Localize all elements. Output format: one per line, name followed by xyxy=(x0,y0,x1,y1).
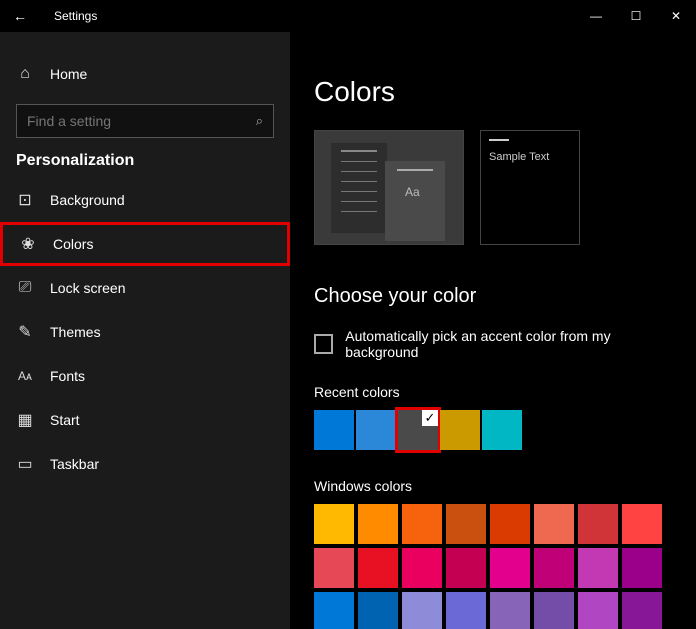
search-wrap: ⌕ xyxy=(0,104,290,138)
lockscreen-icon: ⎚ xyxy=(16,279,34,297)
preview-sample[interactable]: Sample Text xyxy=(480,130,580,245)
taskbar-icon: ▭ xyxy=(16,455,34,473)
preview-mini-pane: Aa xyxy=(385,161,445,241)
windows-color-swatch[interactable] xyxy=(578,592,618,629)
windows-color-swatch[interactable] xyxy=(358,592,398,629)
windows-color-swatch[interactable] xyxy=(578,504,618,544)
sidebar-item-taskbar[interactable]: ▭ Taskbar xyxy=(0,442,290,486)
recent-color-swatch[interactable] xyxy=(356,410,396,450)
sidebar-item-label: Themes xyxy=(50,324,101,340)
themes-icon: ✎ xyxy=(16,323,34,341)
windows-color-swatch[interactable] xyxy=(622,504,662,544)
maximize-button[interactable]: ☐ xyxy=(616,0,656,32)
home-label: Home xyxy=(50,66,87,82)
back-icon: ← xyxy=(13,8,27,24)
sample-line xyxy=(489,139,509,141)
start-icon: ▦ xyxy=(16,411,34,429)
windows-color-swatch[interactable] xyxy=(358,548,398,588)
windows-color-swatch[interactable] xyxy=(622,548,662,588)
auto-accent-row: Automatically pick an accent color from … xyxy=(314,328,672,360)
home-nav[interactable]: ⌂ Home xyxy=(0,52,290,96)
windows-color-swatch[interactable] xyxy=(534,548,574,588)
theme-previews: Aa Sample Text xyxy=(314,130,672,245)
sidebar-item-start[interactable]: ▦ Start xyxy=(0,398,290,442)
search-icon: ⌕ xyxy=(256,113,263,129)
recent-color-swatch[interactable] xyxy=(440,410,480,450)
page-title: Colors xyxy=(314,76,672,108)
background-icon: ⊡ xyxy=(16,191,34,209)
windows-color-swatch[interactable] xyxy=(534,592,574,629)
windows-color-swatch[interactable] xyxy=(402,548,442,588)
sidebar-item-themes[interactable]: ✎ Themes xyxy=(0,310,290,354)
preview-mini-window xyxy=(331,143,387,233)
sidebar-item-lockscreen[interactable]: ⎚ Lock screen xyxy=(0,266,290,310)
recent-colors-label: Recent colors xyxy=(314,384,672,400)
windows-color-swatch[interactable] xyxy=(490,504,530,544)
category-title: Personalization xyxy=(0,152,290,178)
windows-color-swatch[interactable] xyxy=(578,548,618,588)
sidebar-item-label: Fonts xyxy=(50,368,85,384)
colors-icon: ❀ xyxy=(19,235,37,253)
auto-accent-label: Automatically pick an accent color from … xyxy=(345,328,672,360)
sample-text: Sample Text xyxy=(489,151,549,163)
windows-color-swatch[interactable] xyxy=(402,592,442,629)
check-icon: ✓ xyxy=(422,410,438,426)
window-title: Settings xyxy=(54,9,97,23)
windows-colors-label: Windows colors xyxy=(314,478,672,494)
windows-color-swatch[interactable] xyxy=(402,504,442,544)
home-icon: ⌂ xyxy=(16,65,34,83)
windows-colors-grid xyxy=(314,504,672,629)
sidebar: ⌂ Home ⌕ Personalization ⊡ Background ❀ … xyxy=(0,32,290,629)
titlebar: ← Settings — ☐ ✕ xyxy=(0,0,696,32)
main: Colors Aa Sample Text Choose your color xyxy=(290,32,696,629)
sidebar-item-fonts[interactable]: Aᴀ Fonts xyxy=(0,354,290,398)
sidebar-item-label: Lock screen xyxy=(50,280,125,296)
preview-aa: Aa xyxy=(405,185,445,199)
recent-color-swatch[interactable] xyxy=(314,410,354,450)
windows-color-swatch[interactable] xyxy=(534,504,574,544)
windows-color-swatch[interactable] xyxy=(490,548,530,588)
windows-color-swatch[interactable] xyxy=(446,548,486,588)
sidebar-item-label: Taskbar xyxy=(50,456,99,472)
content: ⌂ Home ⌕ Personalization ⊡ Background ❀ … xyxy=(0,32,696,629)
windows-color-swatch[interactable] xyxy=(622,592,662,629)
windows-color-swatch[interactable] xyxy=(314,548,354,588)
windows-color-swatch[interactable] xyxy=(358,504,398,544)
windows-color-swatch[interactable] xyxy=(490,592,530,629)
search-input[interactable] xyxy=(27,113,256,129)
recent-color-swatch[interactable] xyxy=(482,410,522,450)
preview-dark[interactable]: Aa xyxy=(314,130,464,245)
sidebar-item-background[interactable]: ⊡ Background xyxy=(0,178,290,222)
recent-colors: ✓ xyxy=(314,410,672,450)
choose-color-head: Choose your color xyxy=(314,285,672,308)
windows-color-swatch[interactable] xyxy=(314,504,354,544)
close-button[interactable]: ✕ xyxy=(656,0,696,32)
sidebar-item-label: Start xyxy=(50,412,80,428)
windows-color-swatch[interactable] xyxy=(446,504,486,544)
auto-accent-checkbox[interactable] xyxy=(314,334,333,354)
window-controls: — ☐ ✕ xyxy=(576,0,696,32)
search-box[interactable]: ⌕ xyxy=(16,104,274,138)
fonts-icon: Aᴀ xyxy=(16,367,34,385)
recent-color-swatch[interactable]: ✓ xyxy=(398,410,438,450)
sidebar-item-colors[interactable]: ❀ Colors xyxy=(0,222,290,266)
windows-color-swatch[interactable] xyxy=(446,592,486,629)
sidebar-item-label: Background xyxy=(50,192,125,208)
back-button[interactable]: ← xyxy=(0,0,40,32)
sidebar-item-label: Colors xyxy=(53,236,93,252)
windows-color-swatch[interactable] xyxy=(314,592,354,629)
minimize-button[interactable]: — xyxy=(576,0,616,32)
